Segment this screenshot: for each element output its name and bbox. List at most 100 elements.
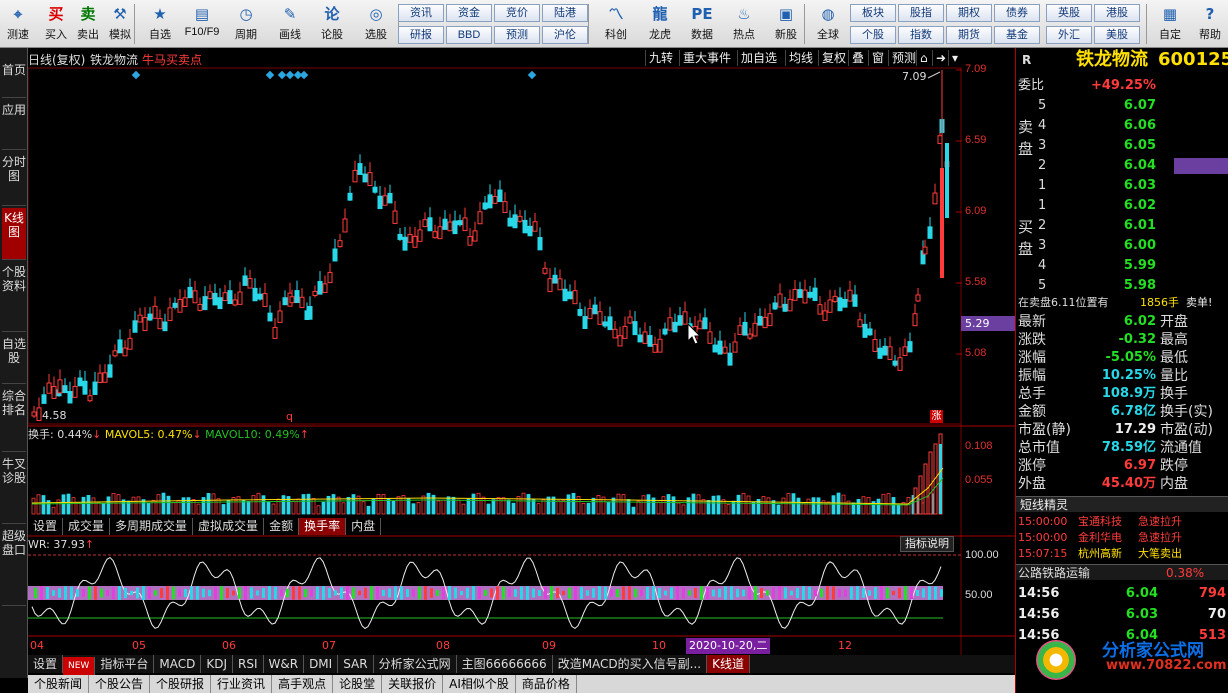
grid-button[interactable]: 期权 [946,4,992,22]
grid-button[interactable]: 基金 [994,26,1040,44]
info-tab[interactable]: 高手观点 [272,675,334,693]
volume-subtab[interactable]: 金额 [264,518,300,535]
grid-button[interactable]: 外汇 [1046,26,1092,44]
book-row[interactable]: 4 6.06 [1016,116,1228,136]
indicator-tab[interactable]: W&R [264,655,305,673]
toolbar-new-button[interactable]: ▣ 新股 [766,2,806,46]
toolbar-pe-button[interactable]: PE 数据 [682,2,722,46]
toolbar-select-button[interactable]: ◎ 选股 [356,2,396,46]
toolbar-fire-button[interactable]: ♨ 热点 [724,2,764,46]
toolbar-chart-button[interactable]: 〽科创 [596,2,636,46]
indicator-tab[interactable]: DMI [304,655,339,673]
kline-chart-area[interactable]: 日线(复权) 铁龙物流 牛马买卖点 九转 重大事件 加自选 均线 复权叠窗预测 ⌂ ➜ ▾ 7… [28,48,1015,678]
volume-subtab[interactable]: 多周期成交量 [110,518,194,535]
left-tab[interactable]: 个股资料 [2,262,26,332]
toolbar-dragon-button[interactable]: 龍龙虎 [640,2,680,46]
indicator-tab[interactable]: MACD [154,655,202,673]
volume-subtab[interactable]: 内盘 [346,518,382,535]
indicator-tab[interactable]: SAR [338,655,374,673]
sector-name[interactable]: 公路铁路运输 [1018,565,1090,581]
sprite-row[interactable]: 15:00:00 金利华电 急速拉升 [1016,530,1228,546]
indicator-tab[interactable]: 指标平台 [95,655,155,673]
volume-bar [691,493,696,515]
grid-button[interactable]: BBD [446,26,492,44]
book-row[interactable]: 3 6.05 [1016,136,1228,156]
indicator-tab[interactable]: 分析家公式网 [374,655,457,673]
grid-button[interactable]: 研报 [398,26,444,44]
left-tab[interactable]: 自选股 [2,334,26,384]
grid-button[interactable]: 英股 [1046,4,1092,22]
grid-button[interactable]: 港股 [1094,4,1140,22]
left-tab[interactable]: 首页 [2,60,26,98]
book-row[interactable]: 3 6.00 [1016,236,1228,256]
book-row[interactable]: 2 6.04 [1016,156,1228,176]
toolbar-buy-button[interactable]: 买买入 [40,2,72,46]
grid-button[interactable]: 个股 [850,26,896,44]
sprite-row[interactable]: 15:07:15 杭州高新 大笔卖出 [1016,546,1228,562]
grid-button[interactable]: 板块 [850,4,896,22]
book-row[interactable]: 2 6.01 [1016,216,1228,236]
sprite-row[interactable]: 15:00:00 宝通科技 急速拉升 [1016,514,1228,530]
volume-bar [611,497,616,515]
indicator-tab[interactable]: KDJ [201,655,233,673]
grid-button[interactable]: 债券 [994,4,1040,22]
grid-button[interactable]: 美股 [1094,26,1140,44]
wr-bar [526,586,529,600]
info-tab[interactable]: AI相似个股 [443,675,516,693]
left-tab[interactable]: 超级盘口 [2,526,26,606]
toolbar-globe-button[interactable]: ◍ 全球 [808,2,848,46]
info-tab[interactable]: 论股堂 [333,675,383,693]
info-tab[interactable]: 行业资讯 [211,675,273,693]
toolbar-label: F10/F9 [184,26,220,38]
info-tab[interactable]: 关联报价 [382,675,444,693]
grid-button[interactable]: 预测 [494,26,540,44]
indicator-tab[interactable]: NEW [63,657,96,675]
info-tab[interactable]: 商品价格 [516,675,577,693]
book-row[interactable]: 1 6.03 [1016,176,1228,196]
volume-subtab[interactable]: 换手率 [299,518,347,535]
toolbar-sell-button[interactable]: 卖卖出 [72,2,104,46]
grid-button[interactable]: 沪伦 [542,26,588,44]
left-tab[interactable]: 牛叉诊股 [2,454,26,524]
left-tab[interactable]: K线图 [2,208,26,260]
left-tab[interactable]: 综合排名 [2,386,26,452]
toolbar-f10-button[interactable]: ▤ F10/F9 [182,2,222,46]
indicator-tab[interactable]: K线道 [707,655,750,673]
toolbar-star-button[interactable]: ★ 自选 [140,2,180,46]
toolbar-hammer-button[interactable]: ⚒ 模拟 [104,2,136,46]
book-row[interactable]: 1 6.02 [1016,196,1228,216]
toolbar-discuss-button[interactable]: 论论股 [312,2,352,46]
signal-diamond [285,70,295,80]
volume-subtab[interactable]: 虚拟成交量 [193,518,265,535]
wr-bar [460,590,463,596]
info-tab[interactable]: 个股公告 [89,675,151,693]
chart-canvas[interactable] [28,48,1015,678]
toolbar-help-button[interactable]: ? 帮助 [1190,2,1228,46]
indicator-tab[interactable]: 设置 [28,655,64,673]
grid-button[interactable]: 竞价 [494,4,540,22]
left-tab[interactable]: 分时图 [2,152,26,206]
left-tab[interactable]: 应用 [2,100,26,150]
indicator-tab[interactable]: 主图66666666 [457,655,553,673]
toolbar-clock-button[interactable]: ◷ 周期 [226,2,266,46]
grid-button[interactable]: 资讯 [398,4,444,22]
indicator-tab[interactable]: RSI [233,655,264,673]
indicator-help-button[interactable]: 指标说明 [900,536,954,552]
volume-subtab[interactable]: 成交量 [63,518,111,535]
grid-button[interactable]: 陆港 [542,4,588,22]
candle-body [227,290,233,305]
grid-button[interactable]: 资金 [446,4,492,22]
grid-button[interactable]: 期货 [946,26,992,44]
book-row[interactable]: 4 5.99 [1016,256,1228,276]
candle-body [937,135,943,145]
toolbar-custom-button[interactable]: ▦ 自定 [1150,2,1190,46]
book-row[interactable]: 5 6.07 [1016,96,1228,116]
toolbar-speed-button[interactable]: ⌖ 测速 [2,2,34,46]
indicator-tab[interactable]: 改造MACD的买入信号副... [553,655,708,673]
volume-subtab[interactable]: 设置 [28,518,64,535]
grid-button[interactable]: 指数 [898,26,944,44]
info-tab[interactable]: 个股新闻 [28,675,90,693]
grid-button[interactable]: 股指 [898,4,944,22]
toolbar-pencil-button[interactable]: ✎ 画线 [270,2,310,46]
info-tab[interactable]: 个股研报 [150,675,212,693]
